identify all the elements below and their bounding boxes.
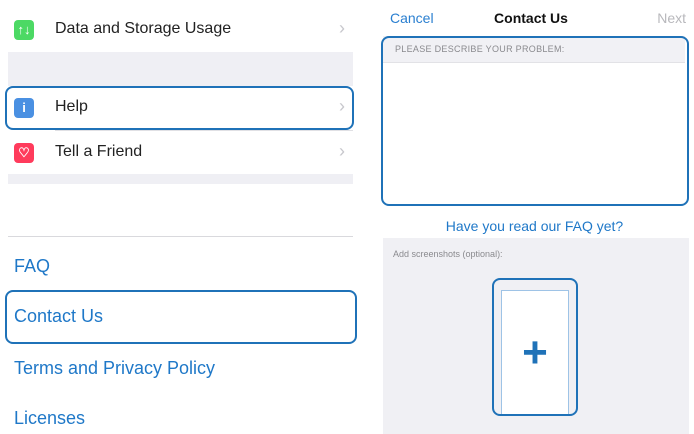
- help-links-list: FAQ Contact Us Terms and Privacy Policy …: [0, 230, 362, 434]
- arrows-updown-icon: ↑↓: [14, 20, 34, 40]
- group-gap: [8, 52, 353, 86]
- nav-bar: Cancel Contact Us Next: [375, 0, 694, 32]
- heart-icon: ♡: [14, 143, 34, 163]
- terms-privacy-link[interactable]: Terms and Privacy Policy: [14, 358, 215, 379]
- group-gap: [8, 174, 353, 184]
- faq-link[interactable]: FAQ: [14, 256, 50, 277]
- help-highlight: [5, 86, 354, 130]
- settings-item-label: Data and Storage Usage: [55, 20, 232, 37]
- licenses-link[interactable]: Licenses: [14, 408, 85, 429]
- settings-item-label: Tell a Friend: [55, 143, 143, 160]
- contact-screen: Cancel Contact Us Next PLEASE DESCRIBE Y…: [375, 0, 694, 434]
- divider: [8, 236, 353, 237]
- contact-us-highlight: [5, 290, 357, 344]
- problem-highlight: [381, 36, 689, 206]
- add-screenshot-highlight: [492, 278, 578, 416]
- screenshots-label: Add screenshots (optional):: [393, 249, 503, 259]
- page-title: Contact Us: [494, 10, 568, 26]
- settings-item-data-storage[interactable]: ↑↓ Data and Storage Usage ›: [8, 8, 353, 52]
- settings-list: ↑↓ Data and Storage Usage › i Help › ♡ T…: [0, 0, 362, 196]
- faq-question-link[interactable]: Have you read our FAQ yet?: [375, 218, 694, 234]
- chevron-right-icon: ›: [339, 141, 345, 161]
- settings-item-tell-friend[interactable]: ♡ Tell a Friend ›: [8, 131, 353, 175]
- chevron-right-icon: ›: [339, 18, 345, 38]
- next-button[interactable]: Next: [657, 10, 686, 26]
